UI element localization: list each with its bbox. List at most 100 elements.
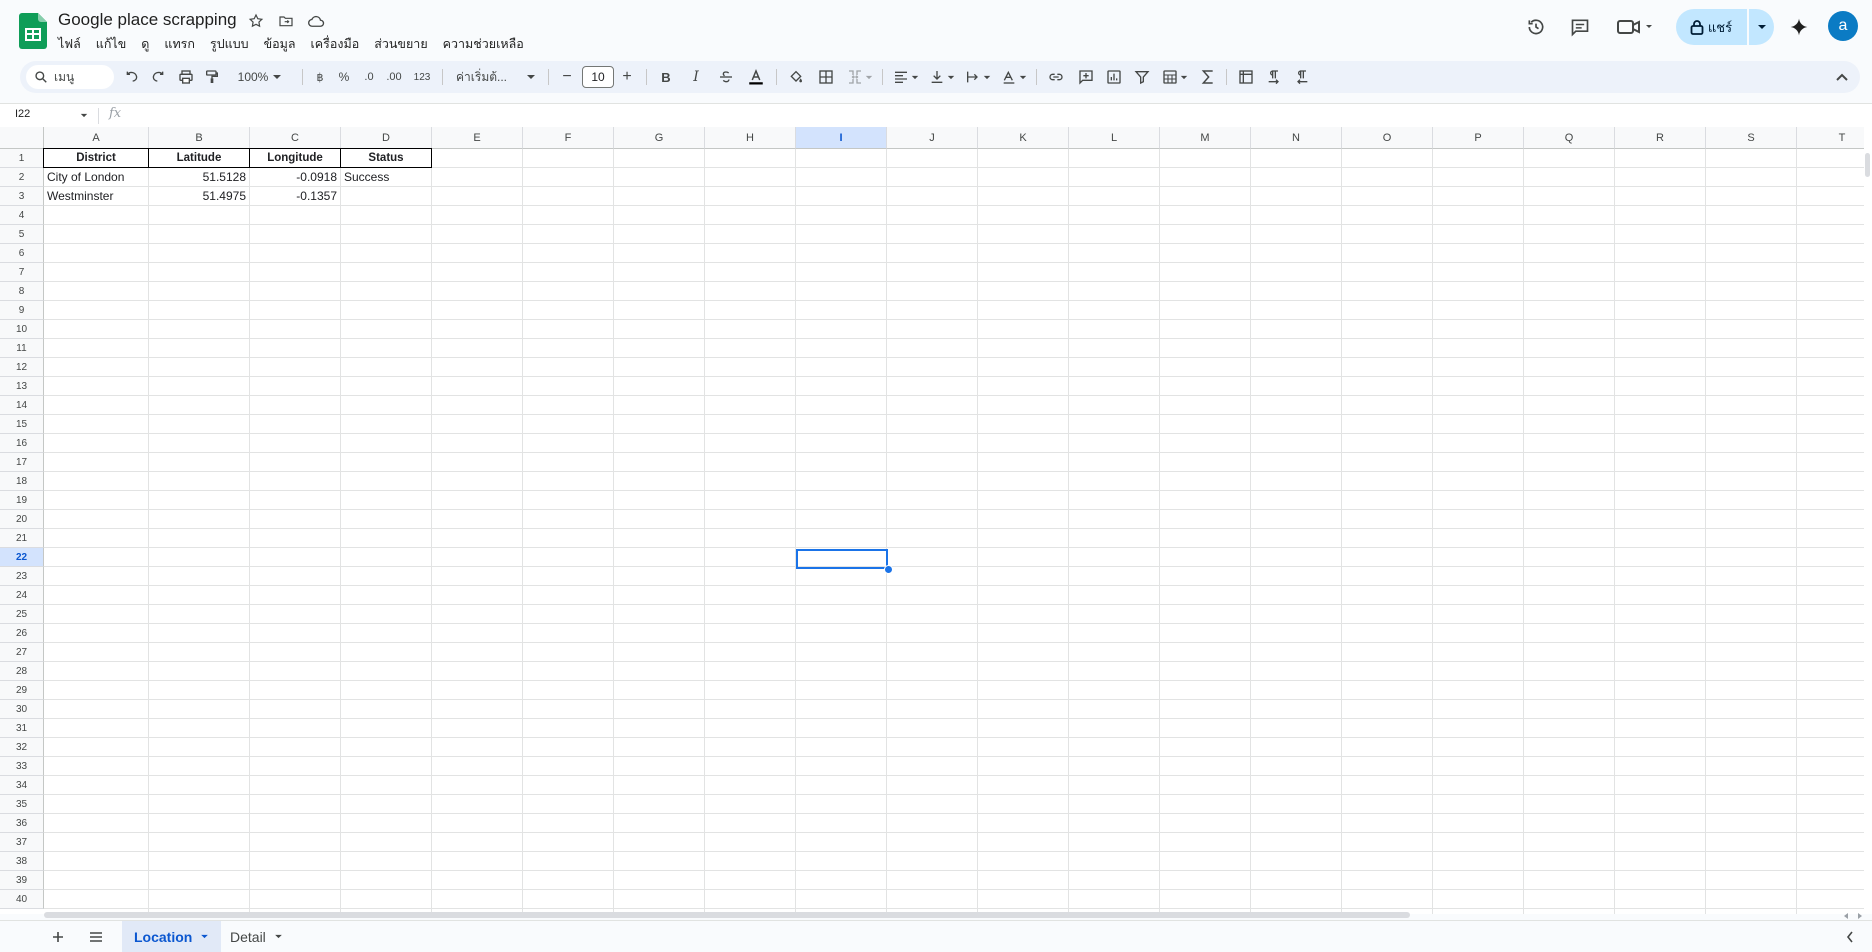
borders-icon[interactable]	[814, 61, 838, 93]
row-header-16[interactable]: 16	[0, 434, 44, 453]
collapse-toolbar-icon[interactable]	[1830, 61, 1854, 93]
column-header-n[interactable]: N	[1251, 127, 1342, 149]
column-header-a[interactable]: A	[44, 127, 149, 149]
cell-a2[interactable]: City of London	[44, 168, 148, 187]
row-header-17[interactable]: 17	[0, 453, 44, 472]
row-header-40[interactable]: 40	[0, 890, 44, 909]
menu-view[interactable]: ดู	[141, 32, 156, 56]
text-wrapping-icon[interactable]	[962, 61, 994, 93]
column-header-i[interactable]: I	[796, 127, 887, 149]
menu-extensions[interactable]: ส่วนขยาย	[374, 32, 434, 56]
row-header-11[interactable]: 11	[0, 339, 44, 358]
share-button[interactable]: แชร์	[1676, 9, 1774, 45]
font-size-input[interactable]: 10	[582, 66, 614, 88]
insert-chart-icon[interactable]	[1102, 61, 1126, 93]
row-header-14[interactable]: 14	[0, 396, 44, 415]
row-header-13[interactable]: 13	[0, 377, 44, 396]
column-header-f[interactable]: F	[523, 127, 614, 149]
row-header-30[interactable]: 30	[0, 700, 44, 719]
selected-cell[interactable]	[796, 549, 888, 569]
column-header-j[interactable]: J	[887, 127, 978, 149]
row-header-9[interactable]: 9	[0, 301, 44, 320]
sheet-tab-detail[interactable]: Detail	[218, 921, 295, 952]
filter-views-icon[interactable]	[1158, 61, 1192, 93]
header-cell-c1[interactable]: Longitude	[249, 148, 341, 168]
ltr-text-icon[interactable]	[1262, 61, 1286, 93]
text-rotation-icon[interactable]	[998, 61, 1030, 93]
more-formats-button[interactable]: 123	[409, 61, 435, 93]
filter-icon[interactable]	[1130, 61, 1154, 93]
column-header-r[interactable]: R	[1615, 127, 1706, 149]
decrease-decimal-button[interactable]: .0	[358, 61, 380, 93]
italic-button[interactable]: I	[684, 61, 708, 93]
select-all-corner[interactable]	[0, 127, 44, 149]
merge-cells-icon[interactable]	[842, 61, 878, 93]
column-header-e[interactable]: E	[432, 127, 523, 149]
functions-icon[interactable]	[1196, 61, 1220, 93]
history-icon[interactable]	[1522, 13, 1550, 41]
vertical-align-icon[interactable]	[926, 61, 958, 93]
row-header-5[interactable]: 5	[0, 225, 44, 244]
vertical-scrollbar[interactable]	[1865, 153, 1870, 177]
cell-c3[interactable]: -0.1357	[250, 187, 340, 206]
row-header-31[interactable]: 31	[0, 719, 44, 738]
add-sheet-icon[interactable]	[44, 921, 72, 952]
row-header-19[interactable]: 19	[0, 491, 44, 510]
horizontal-scrollbar[interactable]	[44, 912, 1410, 918]
insert-comment-icon[interactable]	[1074, 61, 1098, 93]
column-header-b[interactable]: B	[149, 127, 250, 149]
sheet-tab-location[interactable]: Location	[122, 921, 222, 952]
sheets-logo-icon[interactable]	[19, 13, 47, 49]
undo-icon[interactable]	[120, 61, 144, 93]
text-color-icon[interactable]	[744, 61, 768, 93]
insert-link-icon[interactable]	[1044, 61, 1068, 93]
row-header-27[interactable]: 27	[0, 643, 44, 662]
row-header-7[interactable]: 7	[0, 263, 44, 282]
document-title[interactable]: Google place scrapping	[58, 10, 237, 30]
row-header-21[interactable]: 21	[0, 529, 44, 548]
column-header-t[interactable]: T	[1797, 127, 1872, 149]
row-header-8[interactable]: 8	[0, 282, 44, 301]
move-folder-icon[interactable]	[276, 11, 296, 31]
column-header-d[interactable]: D	[341, 127, 432, 149]
row-header-36[interactable]: 36	[0, 814, 44, 833]
name-box[interactable]: I22	[15, 108, 30, 120]
cell-a3[interactable]: Westminster	[44, 187, 148, 206]
account-avatar[interactable]: a	[1828, 11, 1858, 41]
row-header-4[interactable]: 4	[0, 206, 44, 225]
row-header-3[interactable]: 3	[0, 187, 44, 206]
row-header-2[interactable]: 2	[0, 168, 44, 187]
row-header-38[interactable]: 38	[0, 852, 44, 871]
row-header-18[interactable]: 18	[0, 472, 44, 491]
collapse-sidebar-icon[interactable]	[1838, 921, 1862, 952]
share-dropdown-icon[interactable]	[1749, 9, 1774, 45]
column-header-c[interactable]: C	[250, 127, 341, 149]
column-header-m[interactable]: M	[1160, 127, 1251, 149]
row-header-22[interactable]: 22	[0, 548, 44, 567]
star-icon[interactable]	[246, 11, 266, 31]
row-header-1[interactable]: 1	[0, 149, 44, 168]
rtl-text-icon[interactable]	[1290, 61, 1314, 93]
row-header-29[interactable]: 29	[0, 681, 44, 700]
cell-area[interactable]	[44, 149, 1872, 914]
fill-handle[interactable]	[884, 565, 893, 574]
row-header-33[interactable]: 33	[0, 757, 44, 776]
font-family-select[interactable]: ค่าเริ่มต้...	[450, 61, 542, 93]
menu-edit[interactable]: แก้ไข	[96, 32, 133, 56]
freeze-icon[interactable]	[1234, 61, 1258, 93]
row-header-32[interactable]: 32	[0, 738, 44, 757]
column-header-p[interactable]: P	[1433, 127, 1524, 149]
spreadsheet-grid[interactable]: ABCDEFGHIJKLMNOPQRST 1 2 3 4 5 6 7 8 9 10 11 12 13 14…	[0, 127, 1872, 914]
row-header-15[interactable]: 15	[0, 415, 44, 434]
menu-insert[interactable]: แทรก	[164, 32, 202, 56]
increase-decimal-button[interactable]: .00	[382, 61, 406, 93]
horizontal-align-icon[interactable]	[890, 61, 922, 93]
name-box-dropdown-icon[interactable]	[80, 113, 88, 118]
cell-c2[interactable]: -0.0918	[250, 168, 340, 187]
zoom-select[interactable]: 100%	[232, 61, 288, 93]
header-cell-a1[interactable]: District	[43, 148, 149, 168]
increase-font-size-button[interactable]: +	[616, 61, 638, 93]
currency-format-button[interactable]: ฿	[310, 61, 330, 93]
column-header-q[interactable]: Q	[1524, 127, 1615, 149]
cell-b3[interactable]: 51.4975	[149, 187, 249, 206]
